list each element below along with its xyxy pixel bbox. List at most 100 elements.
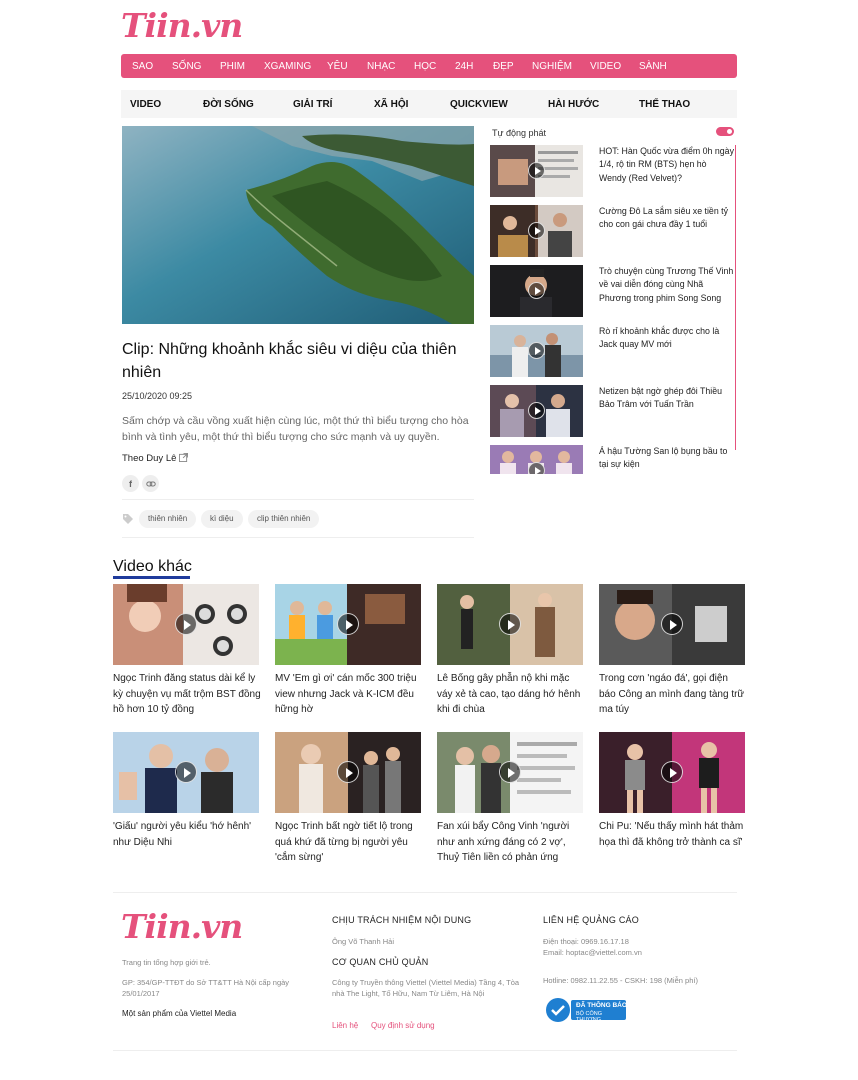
badge-line-1: ĐÃ THÔNG BÁO — [576, 1002, 627, 1009]
playlist-item[interactable]: Netizen bật ngờ ghép đôi Thiều Bảo Trâm … — [490, 385, 730, 437]
play-icon — [661, 613, 683, 635]
playlist-item-title: Rò rỉ khoảnh khắc được cho là Jack quay … — [599, 326, 720, 350]
video-thumbnail — [490, 265, 583, 317]
nav-item-xgaming[interactable]: XGAMING — [264, 61, 311, 72]
subnav-item-doi-song[interactable]: ĐỜI SỐNG — [203, 99, 254, 110]
nav-item-nghiem[interactable]: NGHIỆM — [532, 61, 572, 72]
video-card-title: Ngọc Trinh bất ngờ tiết lộ trong quá khứ… — [275, 821, 413, 863]
footer-contact-link[interactable]: Liên hệ — [332, 1021, 358, 1030]
video-thumbnail — [490, 205, 583, 257]
tag-thien-nhien[interactable]: thiên nhiên — [139, 510, 197, 528]
playlist-scrollbar[interactable] — [735, 145, 736, 450]
play-icon — [175, 761, 197, 783]
video-card-title: 'Giấu' người yêu kiểu 'hớ hênh' như Diệu… — [113, 821, 252, 848]
tag-clip-thien-nhien[interactable]: clip thiên nhiên — [248, 510, 320, 528]
playlist-item-title: Á hậu Tường San lộ bụng bầu to tại sự ki… — [599, 446, 728, 470]
link-icon — [145, 481, 156, 486]
nav-item-24h[interactable]: 24H — [455, 61, 473, 72]
divider — [122, 537, 474, 538]
footer-license: GP: 354/GP-TTĐT do Sở TT&TT Hà Nội cấp n… — [122, 978, 290, 998]
video-thumbnail — [490, 445, 583, 474]
nav-item-nhac[interactable]: NHẠC — [367, 61, 395, 72]
footer-terms-link[interactable]: Quy định sử dụng — [371, 1021, 435, 1030]
copy-link-button[interactable] — [142, 475, 159, 492]
play-icon — [528, 462, 545, 474]
video-thumbnail — [275, 584, 421, 665]
playlist-item[interactable]: Á hậu Tường San lộ bụng bầu to tại sự ki… — [490, 445, 730, 474]
facebook-icon: f — [129, 478, 132, 489]
footer-tagline: Trang tin tổng hợp giới trẻ. — [122, 958, 211, 967]
footer-logo[interactable]: Tiin.vn — [121, 907, 243, 946]
playlist-item[interactable]: HOT: Hàn Quốc vừa điểm 0h ngày 1/4, rộ t… — [490, 145, 734, 197]
play-icon — [499, 613, 521, 635]
autoplay-label: Tự động phát — [492, 128, 547, 138]
nav-item-video[interactable]: VIDEO — [590, 61, 621, 72]
registered-badge[interactable]: ĐÃ THÔNG BÁO BỘ CÔNG THƯƠNG — [545, 997, 627, 1023]
video-card-title: MV 'Em gì ơi' cán mốc 300 triệu view như… — [275, 673, 417, 715]
nav-item-dep[interactable]: ĐẸP — [493, 61, 514, 72]
footer-heading-agency: CƠ QUAN CHỦ QUẢN — [332, 957, 429, 967]
playlist-item[interactable]: Cường Đô La sắm siêu xe tiền tỷ cho con … — [490, 205, 730, 257]
footer-agency-text: Công ty Truyền thông Viettel (Viettel Me… — [332, 978, 520, 998]
video-thumbnail — [113, 732, 259, 813]
play-icon — [499, 761, 521, 783]
video-card-title: Chi Pu: 'Nếu thấy mình hát thảm họa thì … — [599, 821, 744, 848]
video-card-title: Trong cơn 'ngáo đá', gọi điện báo Công a… — [599, 673, 745, 715]
video-thumbnail — [113, 584, 259, 665]
video-thumbnail — [437, 732, 583, 813]
footer-phone: Điện thoại: 0969.16.17.18 — [543, 937, 629, 946]
nav-item-sanh[interactable]: SÀNH — [639, 61, 667, 72]
footer-heading-content: CHỊU TRÁCH NHIỆM NỘI DUNG — [332, 915, 472, 925]
nav-item-phim[interactable]: PHIM — [220, 61, 245, 72]
play-icon — [528, 162, 545, 179]
divider — [122, 499, 474, 500]
playlist-item[interactable]: Trò chuyện cùng Trương Thế Vinh về vai d… — [490, 265, 733, 317]
footer-top-divider — [113, 892, 737, 893]
nav-item-sao[interactable]: SAO — [132, 61, 153, 72]
subnav-item-xa-hoi[interactable]: XÃ HỘI — [374, 99, 408, 110]
footer-heading-ads: LIÊN HỆ QUẢNG CÁO — [543, 915, 639, 925]
video-card-title: Ngọc Trinh đăng status dài kể ly kỳ chuy… — [113, 673, 261, 715]
play-icon — [528, 342, 545, 359]
subnav-item-hai-huoc[interactable]: HÀI HƯỚC — [548, 99, 599, 110]
play-icon — [175, 613, 197, 635]
footer-hotline: Hotline: 0982.11.22.55 - CSKH: 198 (Miễn… — [543, 976, 698, 985]
tag-ki-dieu[interactable]: kì diệu — [201, 510, 243, 528]
sub-nav: VIDEO ĐỜI SỐNG GIẢI TRÍ XÃ HỘI QUICKVIEW… — [121, 90, 737, 118]
section-title-other-videos: Video khác — [113, 558, 192, 575]
video-thumbnail — [275, 732, 421, 813]
play-icon — [661, 761, 683, 783]
article-date: 25/10/2020 09:25 — [122, 391, 193, 401]
island-aerial-image — [122, 126, 474, 324]
subnav-item-quickview[interactable]: QUICKVIEW — [450, 99, 508, 110]
tag-icon — [123, 514, 133, 524]
playlist-item-title: Trò chuyện cùng Trương Thế Vinh về vai d… — [599, 266, 734, 303]
footer-bottom-divider — [113, 1050, 737, 1051]
article-author[interactable]: Theo Duy Lê — [122, 453, 176, 464]
autoplay-toggle[interactable] — [716, 127, 734, 136]
external-link-icon[interactable] — [179, 453, 188, 462]
facebook-share-button[interactable]: f — [122, 475, 139, 492]
subnav-item-video[interactable]: VIDEO — [130, 99, 161, 110]
subnav-item-giai-tri[interactable]: GIẢI TRÍ — [293, 99, 332, 110]
article-description: Sấm chớp và cầu vồng xuất hiện cùng lúc,… — [122, 415, 469, 443]
footer-product-of: Một sản phẩm của Viettel Media — [122, 1009, 237, 1018]
badge-line-2: BỘ CÔNG THƯƠNG — [576, 1011, 602, 1023]
playlist-item-title: Cường Đô La sắm siêu xe tiền tỷ cho con … — [599, 206, 729, 230]
main-video-player[interactable] — [122, 126, 474, 324]
video-card-title: Fan xúi bẩy Công Vinh 'người như anh xứn… — [437, 821, 570, 863]
nav-item-hoc[interactable]: HỌC — [414, 61, 436, 72]
playlist-item[interactable]: Rò rỉ khoảnh khắc được cho là Jack quay … — [490, 325, 730, 377]
article-title: Clip: Những khoảnh khắc siêu vi diệu của… — [122, 341, 457, 381]
section-underline — [113, 576, 190, 579]
subnav-item-the-thao[interactable]: THỂ THAO — [639, 99, 690, 110]
video-thumbnail — [599, 732, 745, 813]
nav-item-song[interactable]: SỐNG — [172, 61, 201, 72]
playlist-item-title: HOT: Hàn Quốc vừa điểm 0h ngày 1/4, rộ t… — [599, 146, 734, 183]
video-thumbnail — [490, 145, 583, 197]
playlist-item-title: Netizen bật ngờ ghép đôi Thiều Bảo Trâm … — [599, 386, 722, 410]
nav-item-yeu[interactable]: YÊU — [327, 61, 348, 72]
play-icon — [528, 402, 545, 419]
top-nav: SAO SỐNG PHIM XGAMING YÊU NHẠC HỌC 24H Đ… — [121, 54, 737, 78]
site-logo[interactable]: Tiin.vn — [121, 6, 243, 45]
